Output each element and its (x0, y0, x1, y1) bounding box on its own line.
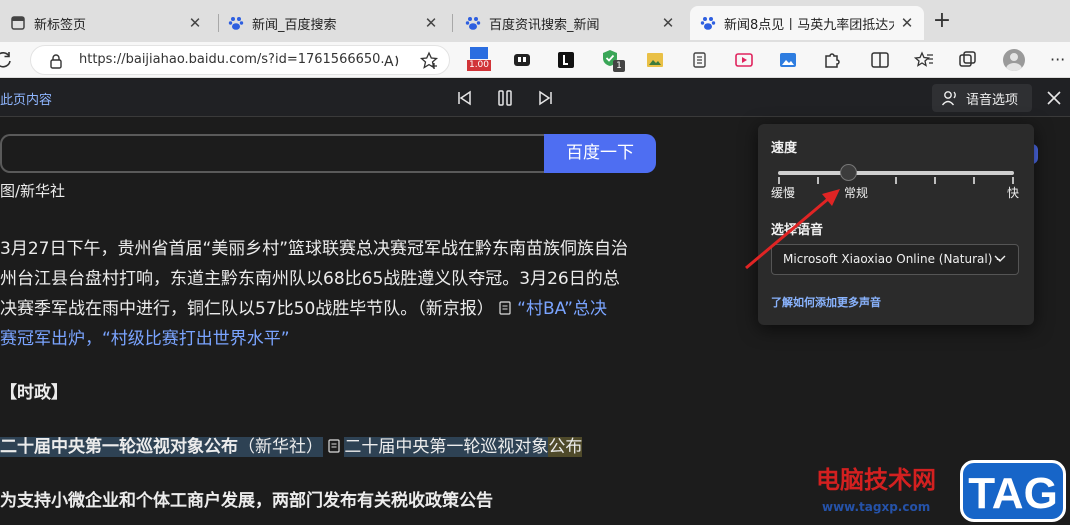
baidu-paw-icon (228, 17, 244, 30)
read-aloud-bar: 此页内容 语音选项 (0, 79, 1070, 117)
new-tab-button[interactable]: + (930, 10, 954, 34)
voice-icon (941, 91, 956, 106)
tab-active-news[interactable]: 新闻8点见丨马英九率团抵达大陆 ✕ (690, 6, 924, 40)
avatar[interactable] (1003, 49, 1025, 71)
watermark: 电脑技术网 www.tagxp.com TAG (804, 458, 1070, 525)
document-icon[interactable] (690, 50, 710, 70)
favorites-icon[interactable] (914, 50, 934, 70)
read-page-content-label[interactable]: 此页内容 (0, 89, 52, 108)
tab-news-info-search[interactable]: 百度资讯搜索_新闻 ✕ (455, 6, 685, 40)
news-headline: 为支持小微企业和个体工商户发展，两部门发布有关税收政策公告 (0, 491, 493, 511)
chevron-down-icon (994, 255, 1006, 262)
article-text: 州台江县台盘村打响，东道主黔东南州队以68比65战胜遵义队夺冠。3月26日的总 (0, 269, 620, 289)
article-text-line: 决赛季军战在雨中进行，铜仁队以57比50战胜毕节队。（新京报） “村BA”总决 (0, 294, 607, 319)
voice-options-label: 语音选项 (966, 92, 1019, 108)
watermark-url: www.tagxp.com (822, 500, 931, 514)
address-bar[interactable]: https://baijiahao.baidu.com/s?id=1761566… (30, 45, 450, 75)
shield-badge-count: 1 (613, 60, 625, 72)
tab-label: 新闻_百度搜索 (252, 17, 337, 33)
svg-text:A: A (384, 54, 394, 70)
refresh-icon[interactable] (0, 50, 14, 70)
toolbar: https://baijiahao.baidu.com/s?id=1761566… (0, 42, 1070, 78)
tab-strip: 新标签页 ✕ 新闻_百度搜索 ✕ 百度资讯搜索_新闻 ✕ 新闻8点见丨马英九率团… (0, 0, 1070, 42)
shield-extension[interactable]: 1 (600, 48, 626, 74)
news-source: （新华社） (238, 437, 323, 457)
tab-label: 新闻8点见丨马英九率团抵达大陆 (724, 17, 894, 33)
more-menu-icon[interactable]: ··· (1050, 50, 1065, 69)
photo-extension-icon[interactable] (778, 50, 798, 70)
search-input[interactable] (0, 134, 546, 173)
extension-icon[interactable] (556, 50, 576, 70)
extension-badge[interactable]: 1.00 (467, 47, 491, 73)
related-article-link[interactable]: “村BA”总决 (517, 299, 607, 319)
annotation-arrow (745, 189, 840, 270)
speed-slider-track[interactable] (778, 171, 1014, 175)
baidu-paw-icon (465, 17, 481, 30)
lock-icon[interactable] (49, 53, 63, 69)
watermark-site-name: 电脑技术网 (816, 465, 936, 494)
close-icon[interactable] (1046, 90, 1062, 106)
document-icon (328, 437, 344, 457)
baidu-paw-icon (700, 17, 716, 30)
more-voices-link[interactable]: 了解如何添加更多声音 (771, 294, 881, 310)
voice-options-button[interactable]: 语音选项 (932, 84, 1032, 112)
tab-news-search[interactable]: 新闻_百度搜索 ✕ (218, 6, 448, 40)
image-caption: 图/新华社 (0, 182, 66, 198)
search-button[interactable]: 百度一下 (544, 134, 656, 173)
read-aloud-icon[interactable]: A (383, 51, 403, 71)
pause-icon[interactable] (496, 89, 514, 107)
watermark-tag-logo: TAG (960, 460, 1066, 522)
url-text: https://baijiahao.baidu.com/s?id=1761566… (79, 52, 393, 67)
article-text: 3月27日下午，贵州省首届“美丽乡村”篮球联赛总决赛冠军战在黔东南苗族侗族自治 (0, 239, 629, 259)
news-headline-line: 二十届中央第一轮巡视对象公布（新华社） 二十届中央第一轮巡视对象公布 (0, 432, 583, 457)
page-icon (11, 16, 25, 30)
document-icon (499, 299, 517, 319)
extensions-puzzle-icon[interactable] (822, 50, 842, 70)
extension-icon[interactable] (512, 50, 532, 70)
news-headline-tail: 公布 (548, 437, 583, 457)
close-icon[interactable]: ✕ (661, 14, 675, 32)
next-icon[interactable] (537, 89, 555, 107)
image-extension-icon[interactable] (645, 50, 665, 70)
close-icon[interactable]: ✕ (188, 14, 202, 32)
speed-heading: 速度 (771, 141, 798, 156)
collections-icon[interactable] (958, 50, 978, 70)
favorite-add-icon[interactable] (419, 51, 439, 71)
speed-slider-thumb[interactable] (840, 164, 858, 181)
tab-new-tab[interactable]: 新标签页 ✕ (0, 6, 212, 40)
speed-fast-label: 快 (1007, 186, 1020, 200)
video-extension-icon[interactable] (734, 50, 754, 70)
close-icon[interactable]: ✕ (900, 14, 914, 32)
extension-badge-count: 1.00 (467, 60, 491, 71)
split-screen-icon[interactable] (870, 50, 890, 70)
related-article-link[interactable]: 赛冠军出炉，“村级比赛打出世界水平” (0, 324, 290, 349)
news-headline-link[interactable]: 二十届中央第一轮巡视对象 (344, 437, 549, 457)
tab-label: 百度资讯搜索_新闻 (489, 17, 600, 33)
section-heading: 【时政】 (0, 383, 68, 403)
previous-icon[interactable] (455, 89, 473, 107)
close-icon[interactable]: ✕ (424, 14, 438, 32)
article-text: 决赛季军战在雨中进行，铜仁队以57比50战胜毕节队。（新京报） (0, 299, 494, 319)
tab-label: 新标签页 (34, 17, 87, 33)
news-headline: 二十届中央第一轮巡视对象公布 (0, 437, 238, 457)
